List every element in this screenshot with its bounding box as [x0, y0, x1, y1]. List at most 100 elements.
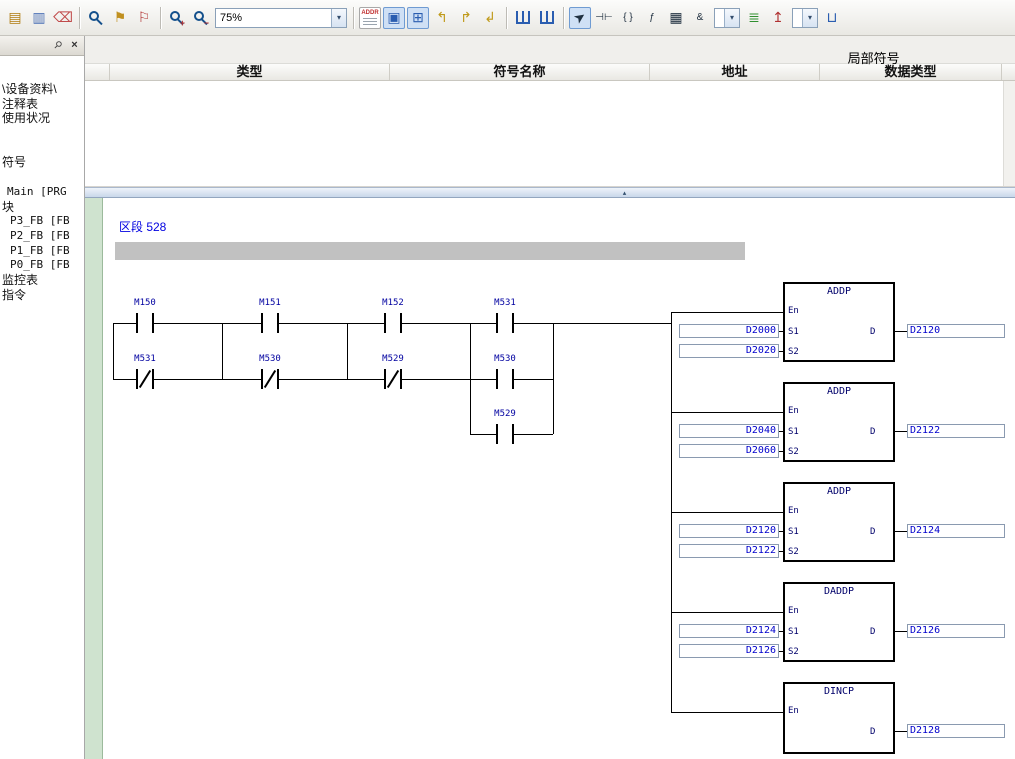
block-en-label: En	[788, 406, 799, 416]
symbols-table-body[interactable]	[85, 81, 1015, 187]
applied-instruction-icon[interactable]: ƒ	[641, 7, 663, 29]
ampersand-icon[interactable]: &	[689, 7, 711, 29]
contact-nc[interactable]: M529	[363, 353, 423, 393]
instruction-list-icon[interactable]	[536, 7, 558, 29]
wire	[779, 651, 783, 652]
wire	[779, 431, 783, 432]
address-display-icon[interactable]: ADDR	[359, 7, 381, 29]
zoom-level-combo[interactable]: 75%▾	[215, 8, 347, 28]
tree-item[interactable]: 符号	[0, 155, 84, 170]
block-en-label: En	[788, 306, 799, 316]
contact-label: M530	[240, 354, 300, 364]
tree-item[interactable]: P0_FB [FB	[0, 258, 84, 273]
zoom-tool-icon[interactable]	[85, 7, 107, 29]
wire	[779, 331, 783, 332]
import-network-icon[interactable]: ↱	[455, 7, 477, 29]
block-combo[interactable]: ▾	[792, 8, 818, 28]
eraser-icon[interactable]: ⌫	[52, 7, 74, 29]
magnifier-shape	[89, 11, 99, 21]
column-header-2[interactable]: 地址	[650, 64, 820, 80]
function-block-icon[interactable]: ▦	[665, 7, 687, 29]
contact-no[interactable]: M152	[363, 297, 423, 337]
coil-icon[interactable]: { }	[617, 7, 639, 29]
operand-input[interactable]: D2122	[679, 544, 779, 558]
tree-item[interactable]: 注释表	[0, 97, 84, 112]
contact-no[interactable]: M150	[115, 297, 175, 337]
dropdown-arrow-icon[interactable]: ▾	[802, 9, 817, 27]
zoom-out-icon[interactable]: −	[190, 7, 212, 29]
symbols-scrollbar[interactable]	[1003, 81, 1015, 186]
network-comment-bar[interactable]	[115, 242, 745, 260]
paste-icon[interactable]: ▤	[4, 7, 26, 29]
contact-bar	[512, 369, 514, 389]
symbol-table-window-icon[interactable]: ⊞	[407, 7, 429, 29]
operand-output[interactable]: D2122	[907, 424, 1005, 438]
contact-icon[interactable]: ⊣⊢	[593, 7, 615, 29]
copy-icon[interactable]: ▥	[28, 7, 50, 29]
export-network-icon[interactable]: ↰	[431, 7, 453, 29]
bars-shape	[516, 11, 530, 24]
instruction-combo[interactable]: ▾	[714, 8, 740, 28]
move-up-icon[interactable]: ↥	[767, 7, 789, 29]
column-header-0[interactable]: 类型	[110, 64, 390, 80]
tree-item[interactable]: 监控表	[0, 273, 84, 288]
column-header-1[interactable]: 符号名称	[390, 64, 650, 80]
nc-slash	[387, 370, 399, 388]
toolbar: ▤▥⌫⚑⚐+−75%▾ADDR▣⊞↰↱↲➤⊣⊢{ }ƒ▦&▾≣↥▾⊔	[0, 0, 1015, 36]
contact-nc[interactable]: M530	[240, 353, 300, 393]
function-block[interactable]: ADDPEnS1S2D	[783, 382, 895, 462]
ladder-window-icon[interactable]: ▣	[383, 7, 405, 29]
insert-row-icon[interactable]: ≣	[743, 7, 765, 29]
operand-output[interactable]: D2126	[907, 624, 1005, 638]
goto-icon[interactable]: ⊔	[821, 7, 843, 29]
network-list-icon[interactable]	[512, 7, 534, 29]
zoom-in-icon[interactable]: +	[166, 7, 188, 29]
contact-icon-glyph: ⊣⊢	[595, 12, 612, 23]
operand-input[interactable]: D2020	[679, 344, 779, 358]
operand-input[interactable]: D2126	[679, 644, 779, 658]
tree-item[interactable]: 块	[0, 200, 84, 215]
panel-splitter[interactable]: ▴	[85, 187, 1015, 198]
pin-icon[interactable]: ⚲	[48, 36, 66, 54]
operand-output[interactable]: D2124	[907, 524, 1005, 538]
contact-no[interactable]: M151	[240, 297, 300, 337]
function-block[interactable]: DADDPEnS1S2D	[783, 582, 895, 662]
operand-input[interactable]: D2060	[679, 444, 779, 458]
pin-label: S2	[788, 447, 799, 457]
close-icon[interactable]: ×	[68, 38, 81, 52]
operand-input[interactable]: D2040	[679, 424, 779, 438]
tree-item[interactable]: P2_FB [FB	[0, 229, 84, 244]
wire	[895, 731, 907, 732]
tree-item[interactable]: Main [PRG	[0, 185, 84, 200]
network-label[interactable]: 区段 528	[119, 218, 166, 235]
tree-item[interactable]: P3_FB [FB	[0, 214, 84, 229]
contact-no[interactable]: M530	[475, 353, 535, 393]
operand-output[interactable]: D2128	[907, 724, 1005, 738]
operand-input[interactable]: D2120	[679, 524, 779, 538]
collapse-button[interactable]: ▴	[597, 188, 653, 197]
tree-item[interactable]: 指令	[0, 288, 84, 303]
swap-network-icon[interactable]: ↲	[479, 7, 501, 29]
dropdown-arrow-icon[interactable]: ▾	[724, 9, 739, 27]
addr-lines	[363, 18, 377, 27]
wire	[895, 531, 907, 532]
wire	[347, 323, 348, 379]
operand-input[interactable]: D2124	[679, 624, 779, 638]
contact-no[interactable]: M529	[475, 408, 535, 448]
select-cursor-icon[interactable]: ➤	[569, 7, 591, 29]
contact-label: M530	[475, 354, 535, 364]
dropdown-arrow-icon[interactable]: ▾	[331, 9, 346, 27]
function-block[interactable]: ADDPEnS1S2D	[783, 482, 895, 562]
operand-output[interactable]: D2120	[907, 324, 1005, 338]
tree-item[interactable]: 使用状况	[0, 111, 84, 126]
function-block[interactable]: ADDPEnS1S2D	[783, 282, 895, 362]
contact-nc[interactable]: M531	[115, 353, 175, 393]
wire	[671, 512, 783, 513]
operand-input[interactable]: D2000	[679, 324, 779, 338]
function-block[interactable]: DINCPEnD	[783, 682, 895, 754]
bookmark-icon[interactable]: ⚑	[109, 7, 131, 29]
tree-item[interactable]: P1_FB [FB	[0, 244, 84, 259]
tree-item[interactable]: \设备资料\	[0, 82, 84, 97]
bookmark-next-icon[interactable]: ⚐	[133, 7, 155, 29]
contact-no[interactable]: M531	[475, 297, 535, 337]
